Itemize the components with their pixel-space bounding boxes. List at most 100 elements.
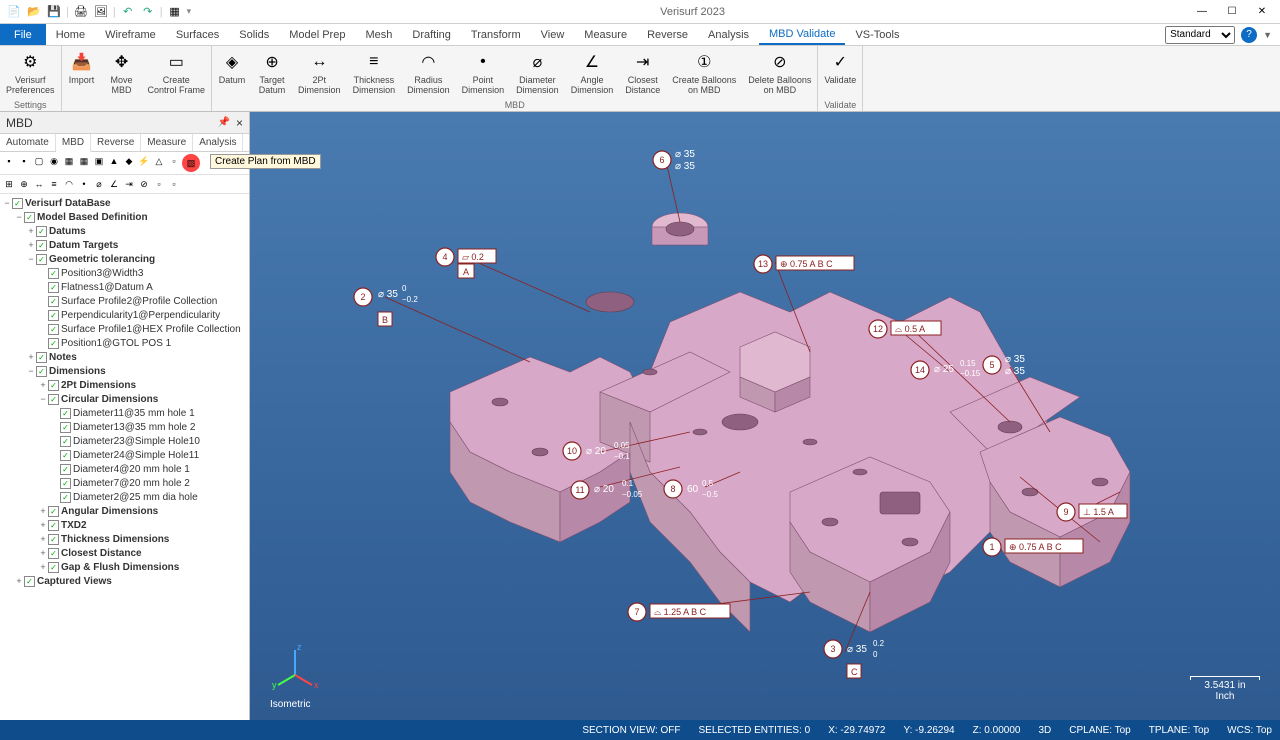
tree-toggle-icon[interactable]: − xyxy=(26,366,36,376)
ribbon-tab-vs-tools[interactable]: VS-Tools xyxy=(845,24,909,45)
tree-checkbox[interactable]: ✓ xyxy=(48,506,59,517)
ribbon-tab-mbd-validate[interactable]: MBD Validate xyxy=(759,24,845,45)
tool-icon[interactable]: ↔ xyxy=(32,177,46,191)
tree-node[interactable]: ✓Diameter7@20 mm hole 2 xyxy=(2,476,247,490)
tree-node[interactable]: −✓Geometric tolerancing xyxy=(2,252,247,266)
tool-icon[interactable]: ◉ xyxy=(47,154,61,168)
tool-icon[interactable]: ▫ xyxy=(167,154,181,168)
tool-icon[interactable]: ⇥ xyxy=(122,177,136,191)
tree-checkbox[interactable]: ✓ xyxy=(48,282,59,293)
tree-toggle-icon[interactable]: + xyxy=(38,548,48,558)
tree-checkbox[interactable]: ✓ xyxy=(48,324,59,335)
tree-checkbox[interactable]: ✓ xyxy=(48,268,59,279)
ribbon-btn-radius-dimension[interactable]: ◠RadiusDimension xyxy=(401,46,456,99)
tree-checkbox[interactable]: ✓ xyxy=(60,450,71,461)
tree-checkbox[interactable]: ✓ xyxy=(48,548,59,559)
tree-toggle-icon[interactable]: + xyxy=(38,380,48,390)
tree-node[interactable]: +✓Closest Distance xyxy=(2,546,247,560)
panel-tab-mbd[interactable]: MBD xyxy=(56,134,91,152)
tool-icon[interactable]: ▪ xyxy=(2,154,16,168)
tree-node[interactable]: −✓Circular Dimensions xyxy=(2,392,247,406)
tree-checkbox[interactable]: ✓ xyxy=(36,352,47,363)
tree-node[interactable]: +✓2Pt Dimensions xyxy=(2,378,247,392)
ribbon-tab-home[interactable]: Home xyxy=(46,24,95,45)
tree-checkbox[interactable]: ✓ xyxy=(60,408,71,419)
tree-checkbox[interactable]: ✓ xyxy=(24,212,35,223)
tree-node[interactable]: −✓Model Based Definition xyxy=(2,210,247,224)
ribbon-tab-drafting[interactable]: Drafting xyxy=(402,24,461,45)
tree-toggle-icon[interactable]: + xyxy=(26,226,36,236)
tool-icon[interactable]: ⊘ xyxy=(137,177,151,191)
tool-icon[interactable]: ⚡ xyxy=(137,154,151,168)
tool-icon[interactable]: ◆ xyxy=(122,154,136,168)
tree-node[interactable]: +✓Thickness Dimensions xyxy=(2,532,247,546)
ribbon-tab-measure[interactable]: Measure xyxy=(574,24,637,45)
ribbon-tab-transform[interactable]: Transform xyxy=(461,24,531,45)
ribbon-btn-import[interactable]: 📥Import xyxy=(62,46,102,109)
toggle-icon[interactable]: ▦ xyxy=(167,4,183,20)
tree-node[interactable]: ✓Surface Profile1@HEX Profile Collection xyxy=(2,322,247,336)
ribbon-btn-move-mbd[interactable]: ✥MoveMBD xyxy=(102,46,142,109)
tree-node[interactable]: ✓Position3@Width3 xyxy=(2,266,247,280)
tool-icon[interactable]: ▪ xyxy=(17,154,31,168)
tool-icon[interactable]: ▦ xyxy=(77,154,91,168)
tree-toggle-icon[interactable]: − xyxy=(38,394,48,404)
tree-view[interactable]: −✓Verisurf DataBase−✓Model Based Definit… xyxy=(0,194,249,720)
tree-checkbox[interactable]: ✓ xyxy=(60,436,71,447)
panel-tab-analysis[interactable]: Analysis xyxy=(193,134,243,151)
tree-node[interactable]: +✓Datum Targets xyxy=(2,238,247,252)
tree-node[interactable]: ✓Position1@GTOL POS 1 xyxy=(2,336,247,350)
tree-toggle-icon[interactable]: + xyxy=(38,520,48,530)
ribbon-btn-angle-dimension[interactable]: ∠AngleDimension xyxy=(565,46,620,99)
pin-icon[interactable]: 📌 xyxy=(218,117,230,128)
tree-node[interactable]: ✓Diameter4@20 mm hole 1 xyxy=(2,462,247,476)
tree-node[interactable]: +✓Gap & Flush Dimensions xyxy=(2,560,247,574)
tree-node[interactable]: ✓Surface Profile2@Profile Collection xyxy=(2,294,247,308)
tree-checkbox[interactable]: ✓ xyxy=(48,520,59,531)
redo-icon[interactable]: ↷ xyxy=(140,4,156,20)
undo-icon[interactable]: ↶ xyxy=(120,4,136,20)
ribbon-btn-datum[interactable]: ◈Datum xyxy=(212,46,252,99)
tree-checkbox[interactable]: ✓ xyxy=(60,422,71,433)
tree-toggle-icon[interactable]: − xyxy=(26,254,36,264)
tree-checkbox[interactable]: ✓ xyxy=(36,240,47,251)
tree-checkbox[interactable]: ✓ xyxy=(60,478,71,489)
ribbon-btn-validate[interactable]: ✓Validate xyxy=(818,46,862,99)
print-icon[interactable]: 🖨 xyxy=(73,4,89,20)
tree-checkbox[interactable]: ✓ xyxy=(48,380,59,391)
ribbon-tab-solids[interactable]: Solids xyxy=(229,24,279,45)
tree-node[interactable]: +✓Datums xyxy=(2,224,247,238)
help-icon[interactable]: ? xyxy=(1241,27,1257,43)
tool-icon[interactable]: ≡ xyxy=(47,177,61,191)
tree-node[interactable]: +✓Captured Views xyxy=(2,574,247,588)
save-icon[interactable]: 💾 xyxy=(46,4,62,20)
tree-checkbox[interactable]: ✓ xyxy=(48,534,59,545)
tree-checkbox[interactable]: ✓ xyxy=(36,254,47,265)
tool-icon[interactable]: ◠ xyxy=(62,177,76,191)
maximize-button[interactable]: ☐ xyxy=(1218,2,1246,22)
tree-node[interactable]: ✓Diameter2@25 mm dia hole xyxy=(2,490,247,504)
panel-tab-automate[interactable]: Automate xyxy=(0,134,56,151)
tool-icon[interactable]: △ xyxy=(152,154,166,168)
tree-toggle-icon[interactable]: + xyxy=(14,576,24,586)
tool-icon[interactable]: • xyxy=(77,177,91,191)
tool-icon[interactable]: ▫ xyxy=(152,177,166,191)
ribbon-tab-wireframe[interactable]: Wireframe xyxy=(95,24,166,45)
ribbon-btn-diameter-dimension[interactable]: ⌀DiameterDimension xyxy=(510,46,565,99)
tool-icon[interactable]: ⌀ xyxy=(92,177,106,191)
ribbon-btn-delete-balloons-on-mbd[interactable]: ⊘Delete Balloonson MBD xyxy=(742,46,817,99)
tree-toggle-icon[interactable]: + xyxy=(26,352,36,362)
ribbon-tab-analysis[interactable]: Analysis xyxy=(698,24,759,45)
tool-icon[interactable]: ▲ xyxy=(107,154,121,168)
tree-toggle-icon[interactable]: + xyxy=(26,240,36,250)
ribbon-btn-target-datum[interactable]: ⊕TargetDatum xyxy=(252,46,292,99)
open-icon[interactable]: 📂 xyxy=(26,4,42,20)
new-icon[interactable]: 📄 xyxy=(6,4,22,20)
tree-node[interactable]: ✓Perpendicularity1@Perpendicularity xyxy=(2,308,247,322)
ribbon-tab-view[interactable]: View xyxy=(531,24,575,45)
tree-checkbox[interactable]: ✓ xyxy=(48,310,59,321)
ribbon-tab-mesh[interactable]: Mesh xyxy=(355,24,402,45)
ribbon-tab-model-prep[interactable]: Model Prep xyxy=(279,24,355,45)
file-tab[interactable]: File xyxy=(0,24,46,45)
panel-tab-reverse[interactable]: Reverse xyxy=(91,134,141,151)
